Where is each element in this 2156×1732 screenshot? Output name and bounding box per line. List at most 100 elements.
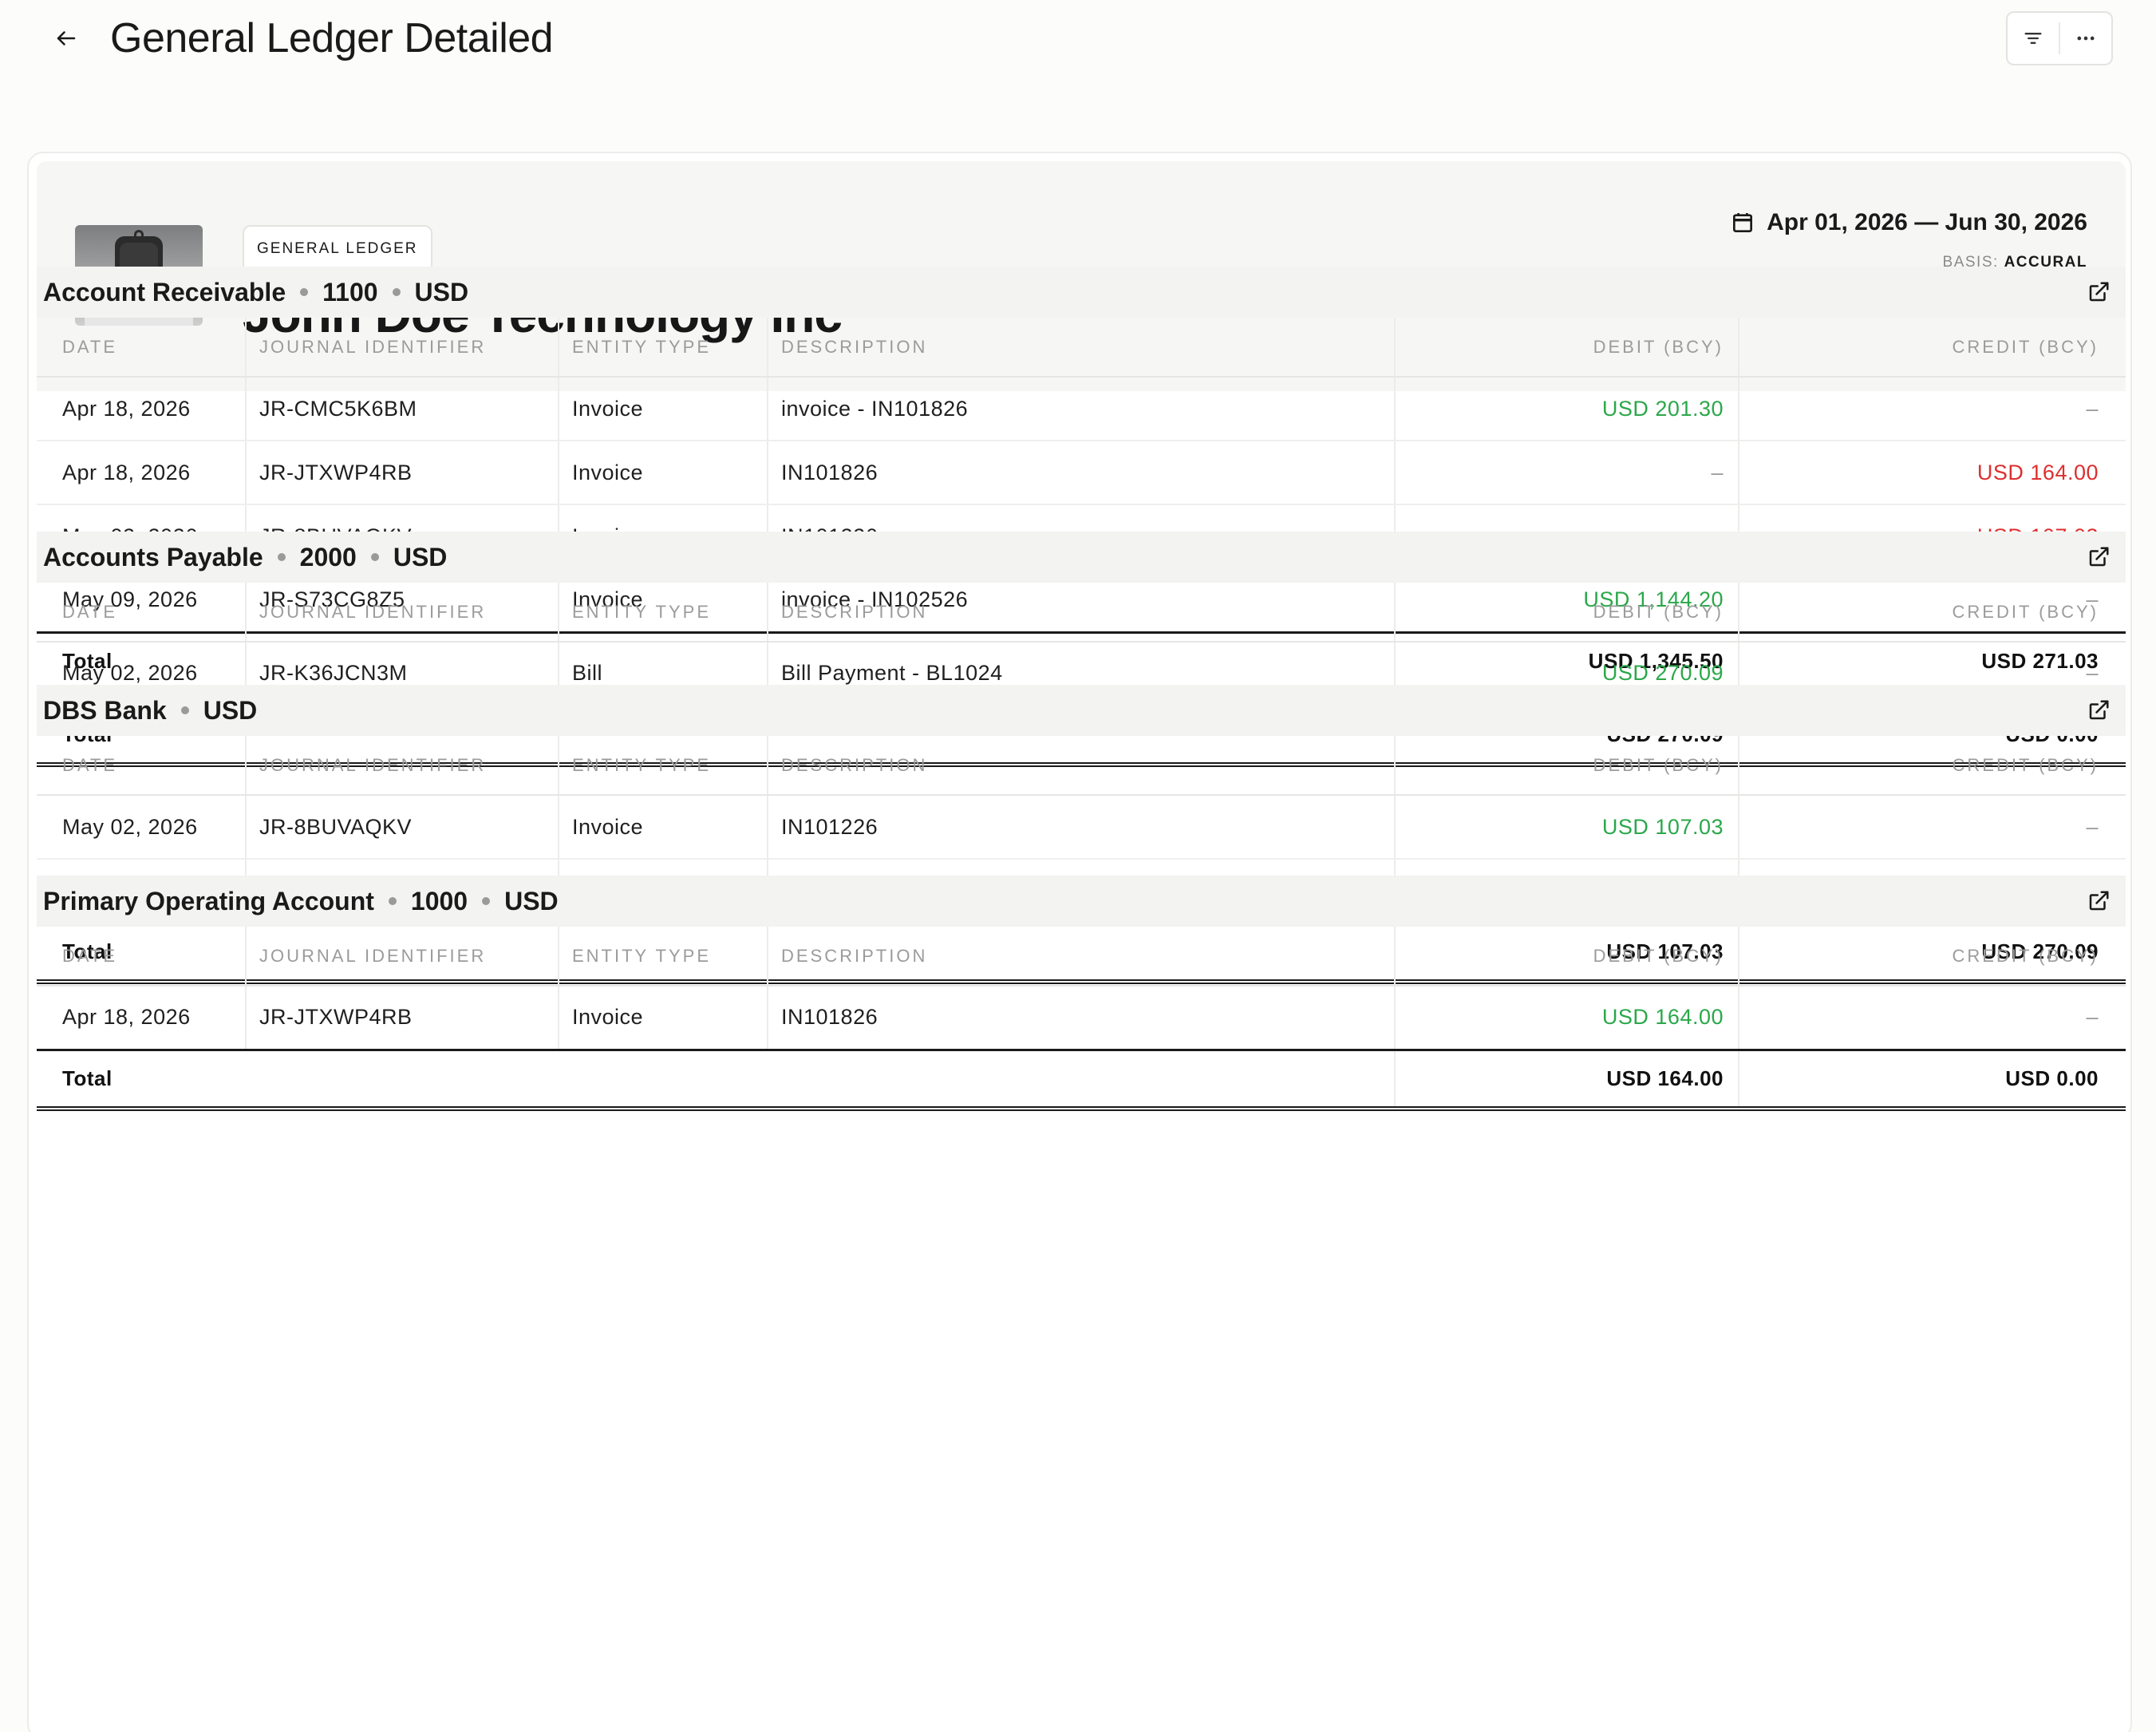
col-credit[interactable]: CREDIT (BCY): [1738, 583, 2126, 643]
cell-credit: –: [1738, 377, 2126, 441]
cell-date: Apr 18, 2026: [37, 986, 246, 1050]
col-credit[interactable]: CREDIT (BCY): [1738, 318, 2126, 378]
account-code: 1100: [322, 277, 378, 306]
arrow-left-icon: [57, 31, 76, 45]
col-date[interactable]: DATE: [37, 318, 246, 378]
separator-dot: [482, 897, 491, 905]
cell-credit: –: [1738, 986, 2126, 1050]
cell-journal[interactable]: JR-CMC5K6BM: [245, 377, 559, 441]
col-date[interactable]: DATE: [37, 583, 246, 643]
table-row[interactable]: Apr 18, 2026 JR-JTXWP4RB Invoice IN101826 US…: [37, 986, 2126, 1050]
cell-entity: Invoice: [558, 377, 768, 441]
account-currency: USD: [203, 695, 258, 725]
col-entity[interactable]: ENTITY TYPE: [558, 583, 768, 643]
top-bar: General Ledger Detailed: [0, 0, 2156, 88]
external-link-icon: [2089, 282, 2109, 302]
col-debit[interactable]: DEBIT (BCY): [1394, 736, 1739, 796]
cell-description: IN101826: [767, 986, 1395, 1050]
cell-entity: Invoice: [558, 441, 768, 505]
separator-dot: [300, 288, 309, 296]
col-entity[interactable]: ENTITY TYPE: [558, 927, 768, 987]
col-debit[interactable]: DEBIT (BCY): [1394, 318, 1739, 378]
filter-button[interactable]: [2008, 13, 2059, 64]
section-header: Account Receivable 1100 USD: [37, 267, 2126, 318]
cell-journal[interactable]: JR-8BUVAQKV: [245, 795, 559, 860]
separator-dot: [388, 897, 397, 905]
cell-credit: USD 164.00: [1738, 441, 2126, 505]
col-description[interactable]: DESCRIPTION: [767, 736, 1395, 796]
col-journal[interactable]: JOURNAL IDENTIFIER: [245, 736, 559, 796]
more-options-button[interactable]: [2060, 13, 2111, 64]
account-code: 2000: [299, 542, 357, 571]
report-type-badge: GENERAL LEDGER: [243, 225, 432, 273]
col-description[interactable]: DESCRIPTION: [767, 583, 1395, 643]
section-header: Accounts Payable 2000 USD: [37, 532, 2126, 583]
col-date[interactable]: DATE: [37, 736, 246, 796]
col-debit[interactable]: DEBIT (BCY): [1394, 583, 1739, 643]
col-journal[interactable]: JOURNAL IDENTIFIER: [245, 318, 559, 378]
col-credit[interactable]: CREDIT (BCY): [1738, 927, 2126, 987]
table-header-row: DATE JOURNAL IDENTIFIER ENTITY TYPE DESCRIP…: [37, 583, 2126, 643]
cell-date: Apr 18, 2026: [37, 377, 246, 441]
back-button[interactable]: [46, 21, 86, 56]
filter-icon: [2024, 33, 2042, 44]
cell-description: IN101226: [767, 795, 1395, 860]
cell-debit: –: [1394, 441, 1739, 505]
calendar-icon: [1733, 213, 1753, 232]
open-account-button[interactable]: [2086, 279, 2111, 305]
col-debit[interactable]: DEBIT (BCY): [1394, 927, 1739, 987]
account-name: DBS Bank: [43, 695, 167, 725]
open-account-button[interactable]: [2086, 888, 2111, 914]
account-name: Account Receivable: [43, 277, 286, 306]
external-link-icon: [2089, 891, 2109, 911]
col-journal[interactable]: JOURNAL IDENTIFIER: [245, 927, 559, 987]
cell-entity: Invoice: [558, 986, 768, 1050]
account-code: 1000: [410, 886, 468, 915]
report-card: GENERAL LEDGER John Doe Technology Inc A…: [27, 152, 2132, 1732]
cell-date: May 02, 2026: [37, 795, 246, 860]
date-range-text: Apr 01, 2026 — Jun 30, 2026: [1767, 209, 2087, 235]
page-title: General Ledger Detailed: [110, 15, 554, 61]
total-row: Total USD 164.00 USD 0.00: [37, 1048, 2126, 1111]
separator-dot: [370, 553, 379, 561]
open-account-button[interactable]: [2086, 544, 2111, 570]
separator-dot: [392, 288, 401, 296]
external-link-icon: [2089, 700, 2109, 720]
col-description[interactable]: DESCRIPTION: [767, 927, 1395, 987]
cell-description: IN101826: [767, 441, 1395, 505]
more-horizontal-icon: [2077, 36, 2095, 41]
section-header: Primary Operating Account 1000 USD: [37, 876, 2126, 927]
total-credit: USD 0.00: [1738, 1048, 2126, 1111]
account-currency: USD: [504, 886, 559, 915]
cell-description: invoice - IN101826: [767, 377, 1395, 441]
account-currency: USD: [414, 277, 469, 306]
ledger-table: DATE JOURNAL IDENTIFIER ENTITY TYPE DESCRIP…: [37, 927, 2126, 1111]
account-name: Primary Operating Account: [43, 886, 374, 915]
col-journal[interactable]: JOURNAL IDENTIFIER: [245, 583, 559, 643]
toolbar: [2006, 11, 2113, 65]
cell-debit: USD 164.00: [1394, 986, 1739, 1050]
total-label: Total: [37, 1048, 1395, 1111]
col-date[interactable]: DATE: [37, 927, 246, 987]
table-row[interactable]: Apr 18, 2026 JR-JTXWP4RB Invoice IN101826– U…: [37, 441, 2126, 505]
cell-date: Apr 18, 2026: [37, 441, 246, 505]
account-name: Accounts Payable: [43, 542, 263, 571]
account-currency: USD: [393, 542, 448, 571]
separator-dot: [180, 706, 189, 714]
col-description[interactable]: DESCRIPTION: [767, 318, 1395, 378]
date-range[interactable]: Apr 01, 2026 — Jun 30, 2026: [1730, 209, 2087, 236]
open-account-button[interactable]: [2086, 698, 2111, 723]
col-entity[interactable]: ENTITY TYPE: [558, 318, 768, 378]
external-link-icon: [2089, 547, 2109, 567]
cell-journal[interactable]: JR-JTXWP4RB: [245, 986, 559, 1050]
table-header-row: DATE JOURNAL IDENTIFIER ENTITY TYPE DESCRIP…: [37, 927, 2126, 987]
cell-debit: USD 107.03: [1394, 795, 1739, 860]
cell-entity: Invoice: [558, 795, 768, 860]
separator-dot: [277, 553, 286, 561]
cell-journal[interactable]: JR-JTXWP4RB: [245, 441, 559, 505]
table-row[interactable]: Apr 18, 2026 JR-CMC5K6BM Invoice invoice - …: [37, 377, 2126, 441]
col-entity[interactable]: ENTITY TYPE: [558, 736, 768, 796]
col-credit[interactable]: CREDIT (BCY): [1738, 736, 2126, 796]
cell-debit: USD 201.30: [1394, 377, 1739, 441]
table-row[interactable]: May 02, 2026 JR-8BUVAQKV Invoice IN101226 US…: [37, 795, 2126, 860]
